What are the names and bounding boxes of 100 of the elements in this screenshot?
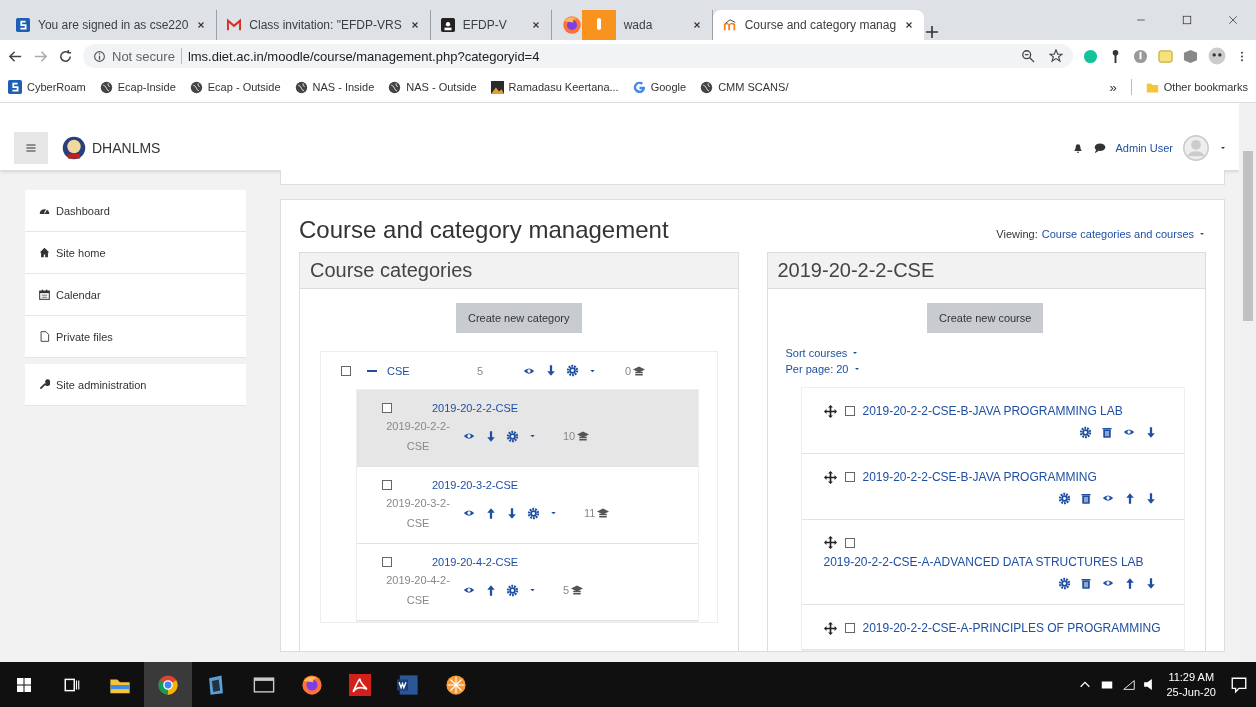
close-icon xyxy=(691,20,702,30)
sort-courses-link[interactable]: Sort courses xyxy=(785,347,848,359)
course-item[interactable]: 2019-20-2-2-CSE-A-PRINCIPLES OF PROGRAMMING xyxy=(801,605,1184,650)
star-icon xyxy=(1049,49,1063,63)
bookmark[interactable]: Ecap-Inside xyxy=(99,80,176,94)
browser-tab[interactable]: Course and category manag xyxy=(712,10,925,40)
url-text: lms.diet.ac.in/moodle/course/management.php?categoryid=4 xyxy=(187,48,540,64)
circle-logo-icon xyxy=(1083,48,1098,64)
chat-icon xyxy=(1093,142,1106,154)
move-icon xyxy=(823,404,837,418)
menu-button[interactable] xyxy=(14,132,48,164)
checkbox[interactable] xyxy=(844,537,855,548)
clock-time[interactable]: 11:29 AM xyxy=(1168,669,1215,685)
zoom-icon xyxy=(1021,49,1035,63)
wifi-icon xyxy=(1122,677,1137,692)
create-category-button[interactable]: Create new category xyxy=(456,303,582,333)
bookmark[interactable]: CyberRoam xyxy=(8,80,86,94)
calendar-icon xyxy=(39,289,50,300)
checkbox[interactable] xyxy=(341,365,351,376)
folder-icon xyxy=(1145,80,1159,94)
category-link[interactable]: 2019-20-2-2-CSE xyxy=(432,402,519,414)
globe-icon xyxy=(99,80,113,94)
extension-icon xyxy=(1133,48,1148,64)
s-logo-icon xyxy=(16,18,30,32)
checkbox[interactable] xyxy=(382,403,392,413)
file-icon xyxy=(39,331,50,342)
new-tab-icon xyxy=(924,24,941,40)
scrollbar[interactable] xyxy=(1239,103,1256,662)
move-icon xyxy=(823,536,837,549)
settings-icon xyxy=(1079,426,1092,439)
eye-icon xyxy=(1101,577,1115,589)
address-bar[interactable]: Not secure lms.diet.ac.in/moodle/course/management.php?categoryid=4 xyxy=(83,44,1073,68)
trash-icon xyxy=(1080,577,1092,590)
category-idnumber: 2019-20-4-2-CSE xyxy=(385,573,451,608)
sidebar-item[interactable]: Dashboard xyxy=(25,190,246,232)
browser-tab[interactable]: Class invitation: "EFDP-VRS xyxy=(217,10,431,40)
bookmark[interactable]: CMM SCANS/ xyxy=(700,80,789,94)
category-link[interactable]: 2019-20-3-2-CSE xyxy=(432,479,519,491)
checkbox[interactable] xyxy=(382,557,392,567)
category-item[interactable]: 2019-20-4-2-CSE 2019-20-4-2-CSE 5 xyxy=(357,544,698,621)
create-course-button[interactable]: Create new course xyxy=(927,303,1044,333)
checkbox[interactable] xyxy=(382,480,392,490)
bookmark[interactable]: NAS - Inside xyxy=(294,80,375,94)
category-idnumber: 2019-20-3-2-CSE xyxy=(385,496,451,531)
clock-date[interactable]: 25-Jun-20 xyxy=(1166,684,1216,700)
sidebar-item[interactable]: Private files xyxy=(25,316,246,358)
category-item[interactable]: 2019-20-3-2-CSE 2019-20-3-2-CSE 11 xyxy=(357,467,698,544)
course-item[interactable]: 2019-20-2-2-CSE-B-JAVA PROGRAMMING xyxy=(801,454,1184,520)
collapse-icon[interactable] xyxy=(367,369,377,372)
bookmark[interactable]: NAS - Outside xyxy=(388,80,477,94)
home-icon xyxy=(39,247,50,258)
category-link[interactable]: 2019-20-4-2-CSE xyxy=(432,556,519,568)
bookmark[interactable]: Ecap - Outside xyxy=(189,80,281,94)
viewing-dropdown[interactable]: Course categories and courses xyxy=(1041,228,1194,240)
eye-icon xyxy=(462,584,476,596)
bookmark[interactable]: Ramadasu Keertana... xyxy=(490,80,619,94)
course-link[interactable]: 2019-20-2-2-CSE-A-ADVANCED DATA STRUCTURES LAB xyxy=(823,555,1144,569)
trash-icon xyxy=(1080,492,1092,505)
course-count: 5 xyxy=(563,584,570,596)
panel-heading: 2019-20-2-2-CSE xyxy=(767,253,1205,289)
browser-tab[interactable]: You are signed in as cse220 xyxy=(6,10,218,40)
course-link[interactable]: 2019-20-2-2-CSE-B-JAVA PROGRAMMING xyxy=(862,470,1097,484)
close-icon xyxy=(530,20,541,30)
note-icon xyxy=(1158,48,1173,64)
more-bookmarks[interactable]: » xyxy=(1109,79,1117,95)
sidebar-item[interactable]: Site administration xyxy=(25,364,246,406)
profile-icon xyxy=(1208,47,1226,65)
eye-icon xyxy=(462,507,476,519)
browser-tab[interactable]: EFDP-V xyxy=(430,10,552,40)
settings-icon xyxy=(527,506,540,520)
sidebar-item[interactable]: Site home xyxy=(25,232,246,274)
move-icon xyxy=(823,470,837,484)
course-item[interactable]: 2019-20-2-2-CSE-B-JAVA PROGRAMMING LAB xyxy=(801,388,1184,454)
course-count: 10 xyxy=(563,430,576,442)
category-item[interactable]: 2019-20-2-2-CSE 2019-20-2-2-CSE 10 xyxy=(357,390,698,467)
category-link[interactable]: CSE xyxy=(387,364,467,377)
word-icon xyxy=(397,673,419,696)
site-name[interactable]: DHANLMS xyxy=(92,140,161,156)
per-page-link[interactable]: Per page: 20 xyxy=(785,363,849,375)
close-icon xyxy=(409,20,420,30)
sidebar-item[interactable]: Calendar xyxy=(25,274,246,316)
course-link[interactable]: 2019-20-2-2-CSE-B-JAVA PROGRAMMING LAB xyxy=(862,404,1123,418)
course-link[interactable]: 2019-20-2-2-CSE-A-PRINCIPLES OF PROGRAMMING xyxy=(862,621,1161,635)
other-bookmarks[interactable]: Other bookmarks xyxy=(1145,80,1248,94)
course-item[interactable]: 2019-20-2-2-CSE-A-ADVANCED DATA STRUCTURES LAB xyxy=(801,520,1184,605)
acrobat-icon xyxy=(349,673,371,696)
browser-tab[interactable]: wada xyxy=(551,10,713,40)
checkbox[interactable] xyxy=(844,623,855,633)
bookmark[interactable]: Google xyxy=(632,80,687,94)
checkbox[interactable] xyxy=(844,406,855,416)
windows-icon xyxy=(16,676,32,693)
taskbar-app[interactable] xyxy=(144,662,192,707)
settings-icon xyxy=(566,364,579,377)
courses-icon xyxy=(632,364,647,377)
speaker-icon xyxy=(1144,679,1153,690)
image-icon xyxy=(490,80,504,94)
checkbox[interactable] xyxy=(844,472,855,482)
user-name[interactable]: Admin User xyxy=(1115,142,1173,154)
maximize-icon xyxy=(1181,14,1193,26)
category-idnumber: 5 xyxy=(477,364,485,377)
